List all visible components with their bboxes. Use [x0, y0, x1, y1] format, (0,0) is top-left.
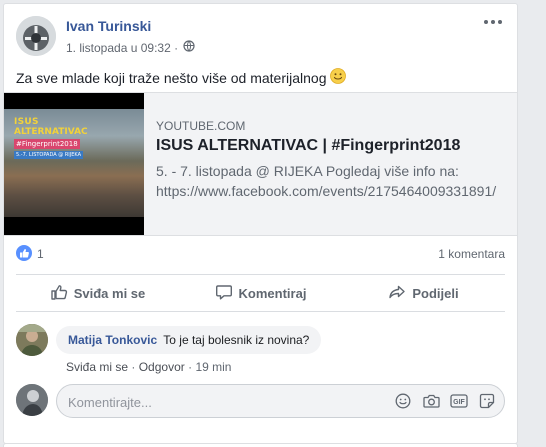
- like-button[interactable]: Sviđa mi se: [16, 275, 179, 311]
- comment-input[interactable]: Komentirajte... GIF: [56, 384, 505, 418]
- sticker-icon[interactable]: [478, 392, 496, 410]
- globe-icon[interactable]: [183, 40, 195, 55]
- comment-bubble: Matija Tonkovic To je taj bolesnik iz no…: [56, 326, 322, 354]
- like-count[interactable]: 1: [37, 247, 44, 261]
- link-preview[interactable]: ISUS ALTERNATIVAC #Fingerprint2018 5.-7.…: [4, 92, 517, 236]
- comment-time[interactable]: 19 min: [195, 360, 231, 374]
- link-description: 5. - 7. listopada @ RIJEKA Pogledaj više…: [156, 163, 497, 199]
- like-reaction-icon[interactable]: [16, 245, 32, 261]
- post-card: Ivan Turinski 1. listopada u 09:32 · Za …: [3, 3, 518, 444]
- post-text: Za sve mlade koji traže nešto više od ma…: [16, 68, 347, 87]
- post-meta: 1. listopada u 09:32 ·: [66, 40, 195, 55]
- share-label: Podijeli: [412, 285, 459, 301]
- thumbs-up-icon: [50, 283, 68, 304]
- like-label: Sviđa mi se: [73, 285, 146, 301]
- comment-actions: Sviđa mi se · Odgovor · 19 min: [66, 360, 231, 374]
- reply-box: Komentirajte... GIF: [16, 384, 505, 418]
- comment-button[interactable]: Komentiraj: [179, 275, 342, 311]
- post-message: Za sve mlade koji traže nešto više od ma…: [16, 69, 327, 86]
- comment-count[interactable]: 1 komentara: [438, 247, 505, 261]
- comment-icon: [215, 283, 233, 304]
- emoji-icon[interactable]: [394, 392, 412, 410]
- gif-icon[interactable]: GIF: [450, 392, 468, 410]
- share-icon: [388, 283, 406, 304]
- comment-text: To je taj bolesnik iz novina?: [163, 333, 310, 347]
- svg-text:GIF: GIF: [453, 399, 465, 406]
- thumbnail-line-3: #Fingerprint2018: [14, 139, 80, 149]
- author-name[interactable]: Ivan Turinski: [66, 18, 151, 34]
- post-header: Ivan Turinski 1. listopada u 09:32 ·: [16, 16, 505, 58]
- camera-icon[interactable]: [422, 392, 440, 410]
- next-post-card: [3, 443, 518, 447]
- comment-separator-2: ·: [188, 360, 193, 374]
- link-domain: YOUTUBE.COM: [156, 119, 246, 133]
- comment-reply-link[interactable]: Odgovor: [139, 360, 185, 374]
- smile-emoji-icon: [330, 68, 347, 87]
- comment-placeholder: Komentirajte...: [68, 395, 152, 410]
- current-user-avatar: [16, 384, 48, 416]
- thumbnail-line-1: ISUS: [14, 117, 39, 127]
- input-icons: GIF: [394, 392, 496, 410]
- comment-like-link[interactable]: Sviđa mi se: [66, 360, 128, 374]
- more-options-icon[interactable]: [481, 12, 505, 32]
- reaction-stats: 1 1 komentara: [16, 244, 505, 264]
- link-title[interactable]: ISUS ALTERNATIVAC | #Fingerprint2018: [156, 137, 509, 155]
- author-avatar[interactable]: [16, 16, 56, 56]
- commenter-avatar[interactable]: [16, 324, 48, 356]
- commenter-name[interactable]: Matija Tonkovic: [68, 333, 157, 347]
- post-timestamp[interactable]: 1. listopada u 09:32 ·: [66, 41, 178, 55]
- comment-separator: ·: [131, 360, 136, 374]
- comment-label: Komentiraj: [238, 285, 307, 301]
- comment-item: Matija Tonkovic To je taj bolesnik iz no…: [16, 322, 505, 380]
- link-info[interactable]: YOUTUBE.COM ISUS ALTERNATIVAC | #Fingerp…: [156, 119, 509, 201]
- share-button[interactable]: Podijeli: [342, 275, 505, 311]
- thumbnail-line-4: 5.-7. LISTOPADA @ RIJEKA: [14, 151, 84, 159]
- thumbnail-line-2: ALTERNATIVAC: [14, 127, 88, 137]
- post-actions: Sviđa mi se Komentiraj Podijeli: [16, 274, 505, 312]
- link-thumbnail[interactable]: ISUS ALTERNATIVAC #Fingerprint2018 5.-7.…: [4, 93, 144, 235]
